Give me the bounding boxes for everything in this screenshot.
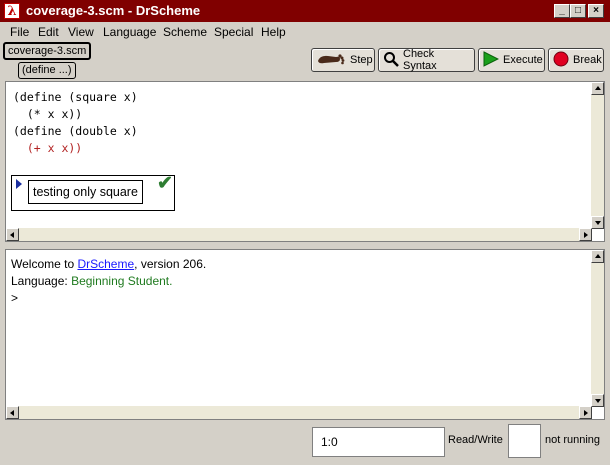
window-title: coverage-3.scm - DrScheme (26, 3, 201, 18)
repl-prompt[interactable]: > (11, 290, 206, 307)
gc-indicator (508, 424, 541, 458)
interactions-vertical-scrollbar[interactable] (591, 250, 604, 407)
scroll-right-arrow-icon[interactable] (579, 228, 592, 241)
language-label: Language: (11, 274, 72, 288)
scroll-left-arrow-icon[interactable] (6, 406, 19, 419)
interactions-window[interactable]: Welcome to DrScheme, version 206. Langua… (5, 249, 605, 420)
maximize-button[interactable]: □ (570, 4, 586, 18)
welcome-suffix: , version 206. (134, 257, 207, 271)
expand-triangle-icon[interactable] (16, 179, 22, 189)
language-value: Beginning Student. (71, 274, 173, 288)
test-case-label: testing only square (28, 180, 143, 204)
definitions-horizontal-scrollbar[interactable] (6, 228, 592, 241)
code-line-1: (define (square x) (13, 90, 138, 104)
lambda-app-icon[interactable]: λ (4, 3, 20, 19)
scroll-down-arrow-icon[interactable] (591, 216, 604, 229)
status-bar: 1:0 Read/Write not running (0, 423, 610, 465)
drscheme-link[interactable]: DrScheme (77, 257, 134, 271)
menu-file[interactable]: File (10, 25, 29, 39)
check-syntax-button[interactable]: Check Syntax (378, 48, 475, 72)
welcome-line: Welcome to DrScheme, version 206. (11, 256, 206, 273)
menu-language[interactable]: Language (103, 25, 156, 39)
scroll-up-arrow-icon[interactable] (591, 82, 604, 95)
menu-view[interactable]: View (68, 25, 94, 39)
code-line-2: (* x x)) (13, 107, 83, 121)
step-label: Step (350, 54, 373, 66)
check-icon: ✔ (157, 173, 173, 194)
menu-scheme[interactable]: Scheme (163, 25, 207, 39)
break-label: Break (573, 54, 602, 66)
code-line-4-uncovered: (+ x x)) (13, 141, 83, 155)
foot-icon (316, 52, 346, 69)
step-button[interactable]: Step (311, 48, 375, 72)
break-button[interactable]: Break (548, 48, 604, 72)
repl-output[interactable]: Welcome to DrScheme, version 206. Langua… (11, 256, 206, 307)
execute-button[interactable]: Execute (478, 48, 545, 72)
execute-label: Execute (503, 54, 543, 66)
scroll-down-arrow-icon[interactable] (591, 394, 604, 407)
read-write-mode[interactable]: Read/Write (448, 434, 503, 446)
welcome-prefix: Welcome to (11, 257, 78, 271)
stop-icon (553, 51, 569, 70)
scroll-left-arrow-icon[interactable] (6, 228, 19, 241)
code-area[interactable]: (define (square x) (* x x)) (define (dou… (13, 89, 138, 157)
menu-edit[interactable]: Edit (38, 25, 59, 39)
menu-help[interactable]: Help (261, 25, 286, 39)
green-arrow-icon (483, 50, 500, 70)
define-popup-menu[interactable]: (define ...) (18, 62, 76, 79)
close-button[interactable]: × (588, 4, 604, 18)
minimize-button[interactable]: _ (554, 4, 570, 18)
magnifier-icon (383, 51, 399, 70)
language-line: Language: Beginning Student. (11, 273, 206, 290)
title-bar[interactable]: λ coverage-3.scm - DrScheme _ □ × (0, 0, 610, 22)
menu-bar: File Edit View Language Scheme Special H… (0, 23, 610, 41)
code-line-3: (define (double x) (13, 124, 138, 138)
check-syntax-label: Check Syntax (403, 48, 437, 72)
tab-coverage-file[interactable]: coverage-3.scm (3, 42, 92, 60)
menu-special[interactable]: Special (214, 25, 253, 39)
test-case-snip[interactable]: testing only square ✔ (11, 173, 175, 211)
definitions-editor[interactable]: (define (square x) (* x x)) (define (dou… (5, 81, 605, 242)
cursor-position: 1:0 (312, 427, 445, 457)
definitions-vertical-scrollbar[interactable] (591, 82, 604, 229)
running-status: not running (545, 434, 601, 446)
scroll-right-arrow-icon[interactable] (579, 406, 592, 419)
interactions-horizontal-scrollbar[interactable] (6, 406, 592, 419)
scroll-up-arrow-icon[interactable] (591, 250, 604, 263)
